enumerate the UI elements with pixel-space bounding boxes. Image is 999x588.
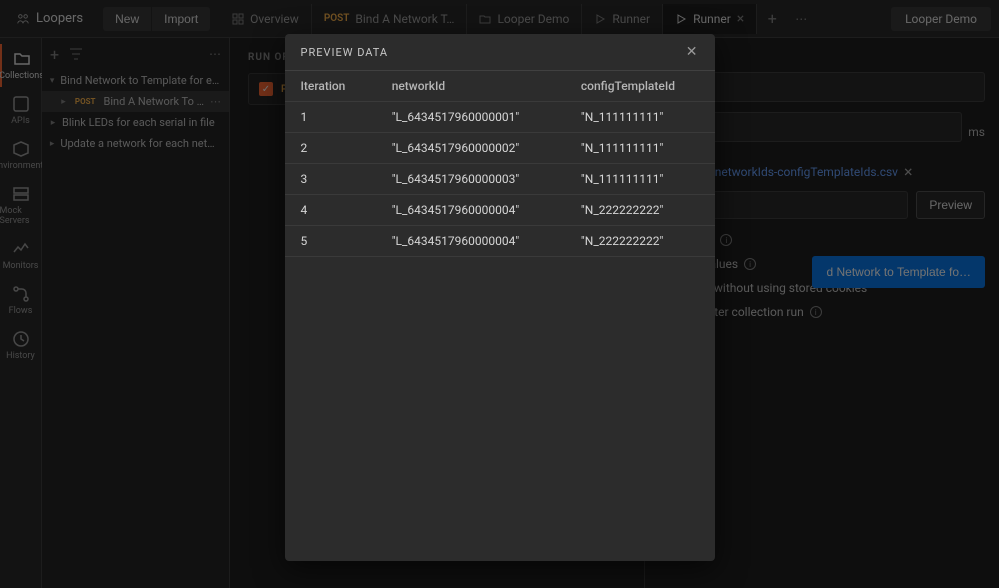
table-row: 1"L_6434517960000001""N_111111111" bbox=[285, 102, 715, 133]
table-cell: "L_6434517960000004" bbox=[376, 226, 565, 257]
preview-data-table: IterationnetworkIdconfigTemplateId 1"L_6… bbox=[285, 71, 715, 257]
table-cell: "N_222222222" bbox=[565, 226, 715, 257]
column-header: Iteration bbox=[285, 71, 376, 102]
table-cell: 4 bbox=[285, 195, 376, 226]
table-row: 5"L_6434517960000004""N_222222222" bbox=[285, 226, 715, 257]
column-header: networkId bbox=[376, 71, 565, 102]
modal-backdrop[interactable]: PREVIEW DATA ✕ IterationnetworkIdconfigT… bbox=[0, 0, 999, 588]
table-cell: "L_6434517960000004" bbox=[376, 195, 565, 226]
table-cell: 2 bbox=[285, 133, 376, 164]
close-icon[interactable]: ✕ bbox=[686, 44, 699, 60]
table-row: 4"L_6434517960000004""N_222222222" bbox=[285, 195, 715, 226]
table-cell: 3 bbox=[285, 164, 376, 195]
table-cell: "L_6434517960000001" bbox=[376, 102, 565, 133]
table-cell: "N_111111111" bbox=[565, 102, 715, 133]
table-cell: "L_6434517960000003" bbox=[376, 164, 565, 195]
table-cell: 1 bbox=[285, 102, 376, 133]
table-cell: "N_222222222" bbox=[565, 195, 715, 226]
modal-title: PREVIEW DATA bbox=[301, 46, 389, 59]
table-cell: "N_111111111" bbox=[565, 133, 715, 164]
column-header: configTemplateId bbox=[565, 71, 715, 102]
table-row: 3"L_6434517960000003""N_111111111" bbox=[285, 164, 715, 195]
table-cell: "N_111111111" bbox=[565, 164, 715, 195]
table-cell: "L_6434517960000002" bbox=[376, 133, 565, 164]
table-row: 2"L_6434517960000002""N_111111111" bbox=[285, 133, 715, 164]
table-cell: 5 bbox=[285, 226, 376, 257]
preview-data-modal: PREVIEW DATA ✕ IterationnetworkIdconfigT… bbox=[285, 34, 715, 561]
